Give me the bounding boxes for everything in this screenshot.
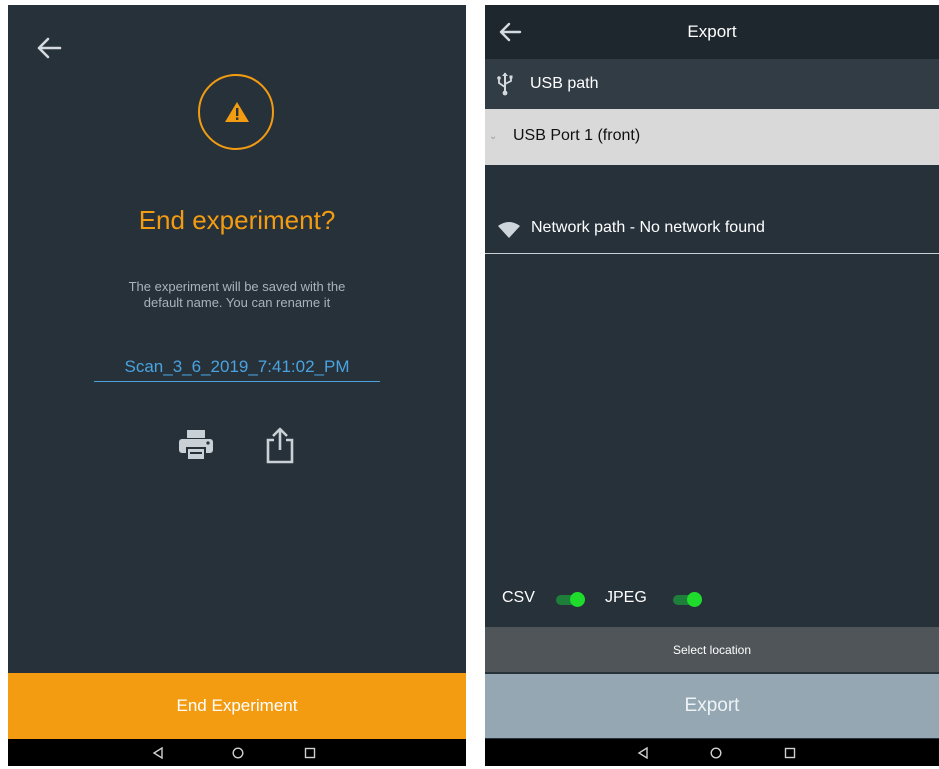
warning-badge	[198, 74, 274, 150]
chevron-down-icon: ⌄	[489, 131, 498, 142]
dialog-message: The experiment will be saved with the de…	[128, 279, 346, 310]
nav-recent-icon[interactable]	[295, 739, 325, 766]
end-experiment-screen: End experiment? The experiment will be s…	[8, 5, 466, 766]
nav-back-icon[interactable]	[628, 739, 658, 766]
page-title: Export	[687, 22, 737, 41]
csv-toggle[interactable]	[556, 592, 586, 607]
toggle-knob	[687, 592, 702, 607]
jpeg-toggle-label: JPEG	[605, 589, 647, 606]
usb-port-select[interactable]: ⌄ USB Port 1 (front)	[485, 109, 939, 165]
dialog-title: End experiment?	[138, 205, 336, 235]
export-screen: Export USB path ⌄ USB Port 1 (front) Net…	[485, 5, 939, 766]
jpeg-toggle[interactable]	[673, 592, 703, 607]
back-arrow-icon[interactable]	[32, 31, 66, 65]
system-nav-bar	[485, 739, 939, 766]
usb-path-header: USB path	[485, 59, 939, 109]
nav-back-icon[interactable]	[143, 739, 173, 766]
wifi-icon	[498, 222, 520, 238]
usb-path-label: USB path	[530, 75, 599, 92]
nav-recent-icon[interactable]	[775, 739, 805, 766]
warning-icon	[225, 102, 249, 122]
export-button[interactable]: Export	[485, 674, 939, 738]
usb-port-value: USB Port 1 (front)	[513, 127, 641, 144]
toggle-knob	[570, 592, 585, 607]
select-location-button[interactable]: Select location	[485, 627, 939, 672]
system-nav-bar	[8, 739, 466, 766]
network-path-header[interactable]: Network path - No network found	[485, 205, 939, 254]
experiment-name-field[interactable]	[94, 353, 380, 382]
network-path-label: Network path - No network found	[531, 219, 765, 236]
print-icon[interactable]	[178, 429, 214, 461]
app-bar: Export	[485, 5, 939, 59]
nav-home-icon[interactable]	[223, 739, 253, 766]
nav-home-icon[interactable]	[701, 739, 731, 766]
end-experiment-button[interactable]: End Experiment	[8, 673, 466, 739]
usb-icon	[497, 72, 513, 96]
csv-toggle-label: CSV	[502, 589, 535, 606]
share-icon[interactable]	[264, 426, 296, 464]
